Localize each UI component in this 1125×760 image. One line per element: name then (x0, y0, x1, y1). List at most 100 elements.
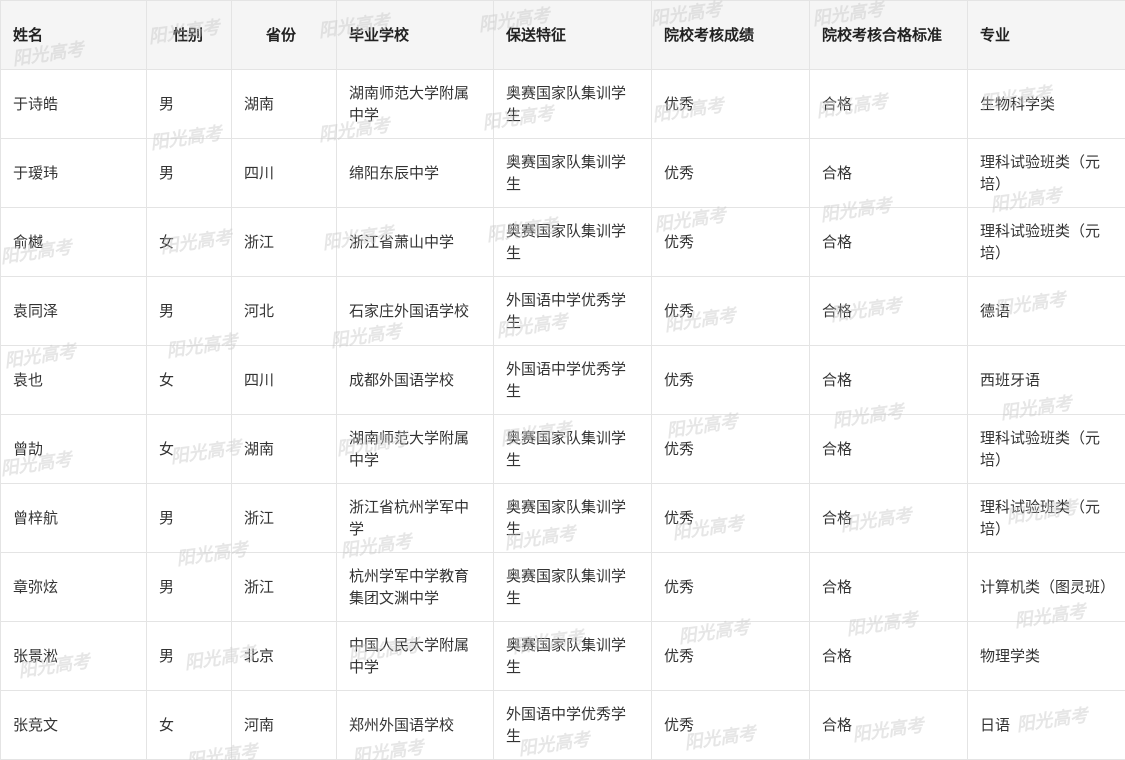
header-name: 姓名 (0, 0, 147, 70)
table-row: 张竞文女河南 郑州外国语学校 外国语中学优秀学生 优秀 合格 日语 (0, 690, 1125, 760)
cell-gender: 男 (146, 69, 232, 139)
cell-score: 优秀 (651, 552, 810, 622)
cell-gender: 男 (146, 483, 232, 553)
table-row: 袁也女四川 成都外国语学校 外国语中学优秀学生 优秀 合格 西班牙语 (0, 345, 1125, 415)
cell-feature: 奥赛国家队集训学生 (493, 414, 652, 484)
cell-province: 河南 (231, 690, 337, 760)
cell-major: 物理学类 (967, 621, 1125, 691)
header-major: 专业 (967, 0, 1125, 70)
cell-province: 浙江 (231, 483, 337, 553)
cell-score: 优秀 (651, 345, 810, 415)
cell-standard: 合格 (809, 207, 968, 277)
header-standard: 院校考核合格标准 (809, 0, 968, 70)
cell-gender: 女 (146, 207, 232, 277)
table-row: 曾劼女湖南 湖南师范大学附属中学 奥赛国家队集训学生 优秀 合格 理科试验班类（元培） (0, 414, 1125, 484)
cell-score: 优秀 (651, 207, 810, 277)
cell-standard: 合格 (809, 552, 968, 622)
cell-school: 石家庄外国语学校 (336, 276, 494, 346)
cell-major: 计算机类（图灵班） (967, 552, 1125, 622)
cell-province: 四川 (231, 345, 337, 415)
cell-score: 优秀 (651, 483, 810, 553)
cell-standard: 合格 (809, 69, 968, 139)
cell-major: 德语 (967, 276, 1125, 346)
cell-score: 优秀 (651, 621, 810, 691)
cell-gender: 女 (146, 414, 232, 484)
header-school: 毕业学校 (336, 0, 494, 70)
cell-province: 浙江 (231, 552, 337, 622)
cell-standard: 合格 (809, 690, 968, 760)
cell-province: 北京 (231, 621, 337, 691)
cell-name: 俞樾 (0, 207, 147, 277)
cell-major: 理科试验班类（元培） (967, 414, 1125, 484)
cell-major: 西班牙语 (967, 345, 1125, 415)
cell-standard: 合格 (809, 345, 968, 415)
cell-standard: 合格 (809, 138, 968, 208)
table-row: 于瑷玮男四川 绵阳东辰中学 奥赛国家队集训学生 优秀 合格 理科试验班类（元培） (0, 138, 1125, 208)
cell-score: 优秀 (651, 276, 810, 346)
cell-major: 理科试验班类（元培） (967, 483, 1125, 553)
cell-gender: 女 (146, 345, 232, 415)
cell-name: 于诗皓 (0, 69, 147, 139)
cell-gender: 男 (146, 552, 232, 622)
cell-school: 成都外国语学校 (336, 345, 494, 415)
cell-major: 日语 (967, 690, 1125, 760)
cell-name: 于瑷玮 (0, 138, 147, 208)
cell-score: 优秀 (651, 414, 810, 484)
cell-school: 湖南师范大学附属中学 (336, 69, 494, 139)
cell-name: 袁也 (0, 345, 147, 415)
cell-province: 湖南 (231, 414, 337, 484)
cell-province: 浙江 (231, 207, 337, 277)
cell-feature: 外国语中学优秀学生 (493, 276, 652, 346)
cell-name: 张景淞 (0, 621, 147, 691)
cell-feature: 外国语中学优秀学生 (493, 690, 652, 760)
header-province: 省份 (231, 0, 337, 70)
table-row: 俞樾女浙江 浙江省萧山中学 奥赛国家队集训学生 优秀 合格 理科试验班类（元培） (0, 207, 1125, 277)
cell-feature: 奥赛国家队集训学生 (493, 207, 652, 277)
cell-gender: 男 (146, 138, 232, 208)
cell-feature: 奥赛国家队集训学生 (493, 621, 652, 691)
cell-name: 袁同泽 (0, 276, 147, 346)
cell-major: 生物科学类 (967, 69, 1125, 139)
cell-school: 杭州学军中学教育集团文渊中学 (336, 552, 494, 622)
cell-standard: 合格 (809, 621, 968, 691)
admissions-table: 姓名 性别 省份 毕业学校 保送特征 院校考核成绩 院校考核合格标准 专业 于诗… (0, 0, 1125, 760)
table-body: 于诗皓男湖南 湖南师范大学附属中学 奥赛国家队集训学生 优秀 合格 生物科学类 于瑷玮男四川… (0, 69, 1125, 760)
cell-feature: 外国语中学优秀学生 (493, 345, 652, 415)
cell-school: 郑州外国语学校 (336, 690, 494, 760)
cell-standard: 合格 (809, 276, 968, 346)
header-row: 姓名 性别 省份 毕业学校 保送特征 院校考核成绩 院校考核合格标准 专业 (0, 0, 1125, 70)
cell-standard: 合格 (809, 483, 968, 553)
cell-feature: 奥赛国家队集训学生 (493, 483, 652, 553)
cell-name: 张竞文 (0, 690, 147, 760)
header-score: 院校考核成绩 (651, 0, 810, 70)
cell-name: 章弥炫 (0, 552, 147, 622)
cell-name: 曾梓航 (0, 483, 147, 553)
cell-province: 河北 (231, 276, 337, 346)
table-row: 章弥炫男浙江 杭州学军中学教育集团文渊中学 奥赛国家队集训学生 优秀 合格 计算机类（图灵… (0, 552, 1125, 622)
cell-school: 中国人民大学附属中学 (336, 621, 494, 691)
cell-gender: 女 (146, 690, 232, 760)
cell-gender: 男 (146, 621, 232, 691)
cell-school: 浙江省萧山中学 (336, 207, 494, 277)
table-row: 袁同泽男河北 石家庄外国语学校 外国语中学优秀学生 优秀 合格 德语 (0, 276, 1125, 346)
cell-score: 优秀 (651, 690, 810, 760)
cell-major: 理科试验班类（元培） (967, 207, 1125, 277)
header-gender: 性别 (146, 0, 232, 70)
table-row: 曾梓航男浙江 浙江省杭州学军中学 奥赛国家队集训学生 优秀 合格 理科试验班类（元培） (0, 483, 1125, 553)
cell-school: 绵阳东辰中学 (336, 138, 494, 208)
cell-name: 曾劼 (0, 414, 147, 484)
cell-feature: 奥赛国家队集训学生 (493, 552, 652, 622)
cell-major: 理科试验班类（元培） (967, 138, 1125, 208)
table-row: 于诗皓男湖南 湖南师范大学附属中学 奥赛国家队集训学生 优秀 合格 生物科学类 (0, 69, 1125, 139)
cell-feature: 奥赛国家队集训学生 (493, 69, 652, 139)
cell-gender: 男 (146, 276, 232, 346)
header-feature: 保送特征 (493, 0, 652, 70)
table-row: 张景淞男北京 中国人民大学附属中学 奥赛国家队集训学生 优秀 合格 物理学类 (0, 621, 1125, 691)
cell-province: 四川 (231, 138, 337, 208)
cell-score: 优秀 (651, 138, 810, 208)
cell-score: 优秀 (651, 69, 810, 139)
cell-standard: 合格 (809, 414, 968, 484)
cell-school: 湖南师范大学附属中学 (336, 414, 494, 484)
cell-school: 浙江省杭州学军中学 (336, 483, 494, 553)
table-header: 姓名 性别 省份 毕业学校 保送特征 院校考核成绩 院校考核合格标准 专业 (0, 0, 1125, 70)
